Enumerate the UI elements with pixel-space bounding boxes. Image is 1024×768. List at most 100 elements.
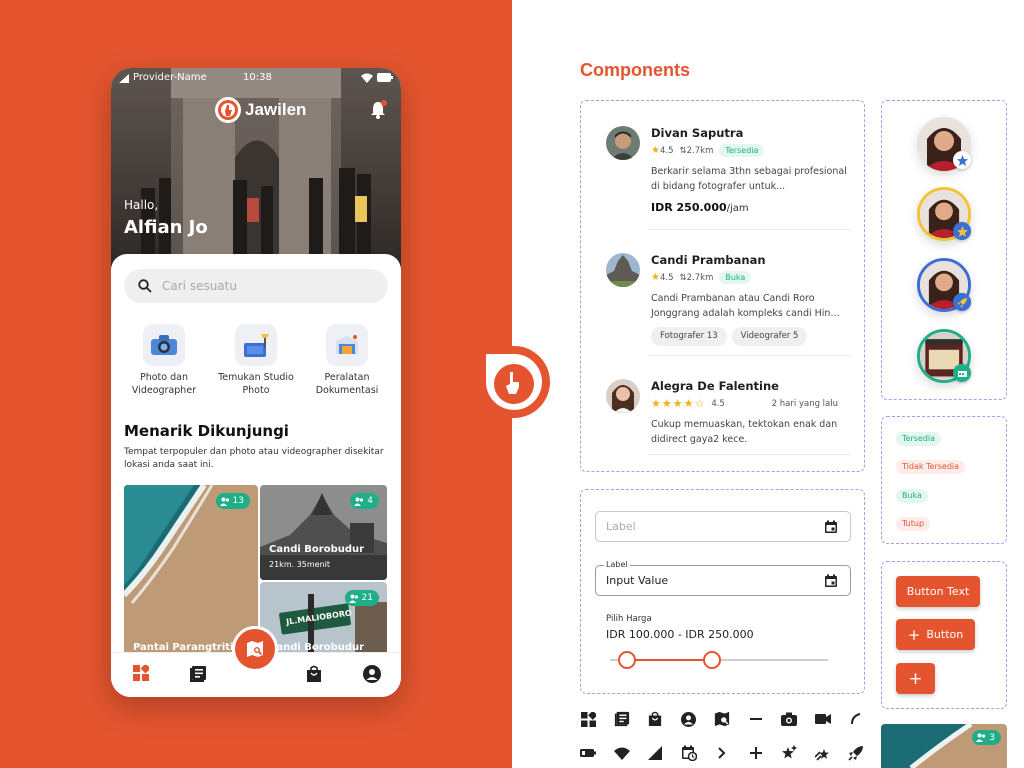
bell-icon[interactable]: [369, 100, 387, 120]
price-slider-value: IDR 100.000 - IDR 250.000: [606, 628, 754, 641]
map-search-icon: [714, 711, 730, 727]
store-icon: [957, 370, 967, 377]
field-label: Label: [604, 560, 630, 569]
beach-photo: [124, 485, 258, 655]
profile-icon[interactable]: [363, 665, 381, 683]
item-description: Candi Prambanan atau Candi Roro Jonggran…: [651, 291, 851, 346]
tag-unavailable: Tidak Tersedia: [896, 460, 966, 474]
star-sparkle-icon: [956, 154, 968, 166]
item-name: Divan Saputra: [651, 126, 744, 140]
field-label: Label: [606, 520, 636, 533]
date-field-filled[interactable]: Label Input Value: [595, 560, 851, 596]
studio-icon: [235, 324, 277, 366]
star-icon: [956, 225, 968, 237]
components-heading: Components: [580, 60, 690, 80]
wifi-icon: [361, 73, 373, 83]
review-rating: ★★★★☆ 4.5: [651, 397, 725, 410]
icon-set-row-1: [580, 711, 882, 727]
photographer-count-badge: 3: [972, 730, 1001, 745]
tag-closed: Tutup: [896, 517, 931, 531]
minus-icon: [748, 711, 764, 727]
article-icon: [614, 711, 630, 727]
divider: [648, 454, 850, 455]
users-icon: [348, 594, 358, 603]
star-sparkle-icon: [781, 745, 797, 761]
star-rating-icon: ★★★★☆: [651, 397, 706, 410]
home-icon[interactable]: [133, 665, 149, 681]
grid-icon: [580, 711, 596, 727]
articles-icon[interactable]: [189, 665, 207, 683]
category-label: Peralatan Dokumentasi: [315, 372, 379, 396]
search-placeholder: Cari sesuatu: [162, 279, 237, 293]
calendar-icon[interactable]: [824, 574, 838, 588]
add-button[interactable]: + Button: [896, 619, 975, 650]
date-field-empty[interactable]: Label: [595, 511, 851, 542]
map-search-icon: [247, 641, 263, 657]
chevron-right-icon: [714, 745, 730, 761]
item-name: Candi Prambanan: [651, 253, 766, 267]
category-label: Photo dan Videographer: [131, 372, 197, 396]
card-thumbnail-preview[interactable]: 3: [881, 724, 1007, 768]
list-item[interactable]: Candi Prambanan ★4.5 ⇅2.7km Buka Candi P…: [606, 253, 850, 353]
price-slider-label: Pilih Harga: [606, 614, 652, 624]
section-title: Menarik Dikunjungi: [124, 422, 289, 440]
chip[interactable]: Videografer 5: [731, 327, 808, 346]
place-distance: 21km. 35menit: [269, 560, 331, 569]
search-input[interactable]: Cari sesuatu: [124, 269, 388, 303]
equipment-icon: [326, 324, 368, 366]
battery-icon: [580, 745, 596, 761]
star-icon: ★: [651, 272, 660, 283]
place-title: Candi Borobudur: [269, 544, 365, 555]
photographer-count-badge: 21: [344, 590, 379, 606]
review-item[interactable]: Alegra De Falentine ★★★★☆ 4.5 2 hari yan…: [606, 379, 850, 459]
rocket-icon: [848, 745, 864, 761]
chip[interactable]: Fotografer 13: [651, 327, 727, 346]
icon-add-button[interactable]: +: [896, 663, 935, 694]
place-card-parangtritis[interactable]: 13 Pantai Parangtritis: [124, 485, 258, 655]
signal-icon: [647, 745, 663, 761]
place-card-borobudur[interactable]: 4 Candi Borobudur 21km. 35menit: [260, 485, 387, 580]
camera-icon: [781, 711, 797, 727]
calendar-clock-icon: [681, 745, 697, 761]
text-button[interactable]: Button Text: [896, 576, 980, 607]
category-equipment[interactable]: Peralatan Dokumentasi: [302, 324, 392, 397]
signal-icon: [119, 74, 129, 83]
arc-icon: [848, 711, 864, 727]
jawilen-logo-icon: [215, 97, 241, 123]
category-label: Temukan Studio Photo: [218, 372, 294, 396]
tag-open: Buka: [896, 489, 928, 503]
plus-icon: [748, 745, 764, 761]
map-search-button[interactable]: [232, 626, 278, 672]
reviewer-name: Alegra De Falentine: [651, 379, 779, 393]
showcase-background: Provider-Name 10:38 Jawilen Hallo, Alfia…: [0, 0, 512, 768]
bag-icon: [647, 711, 663, 727]
category-studio[interactable]: Temukan Studio Photo: [211, 324, 301, 397]
verified-badge: [953, 151, 971, 169]
item-meta: ★4.5 ⇅2.7km Buka: [651, 271, 752, 284]
bag-icon[interactable]: [306, 665, 322, 683]
divider: [648, 355, 850, 356]
icon-set-row-2: [580, 745, 882, 761]
tag-available: Tersedia: [896, 432, 942, 446]
greeting: Hallo,: [124, 198, 159, 212]
carrier-name: Provider-Name: [133, 72, 207, 83]
search-icon: [138, 279, 152, 293]
field-value: Input Value: [606, 574, 669, 587]
account-icon: [681, 711, 697, 727]
avatar: [606, 379, 640, 413]
item-description: Berkarir selama 3thn sebagai profesional…: [651, 164, 851, 216]
star-icon: ★: [651, 145, 660, 156]
price-slider-fill: [627, 659, 713, 661]
item-price: IDR 250.000/jam: [651, 201, 749, 214]
avatar: [606, 126, 640, 160]
status-time: 10:38: [243, 72, 272, 83]
phone-mockup: Provider-Name 10:38 Jawilen Hallo, Alfia…: [111, 68, 401, 697]
rocket-icon: [957, 297, 967, 307]
list-item[interactable]: Divan Saputra ★4.5 ⇅2.7km Tersedia Berka…: [606, 126, 850, 226]
category-photo-videographer[interactable]: Photo dan Videographer: [119, 324, 209, 397]
calendar-icon[interactable]: [824, 520, 838, 534]
jawilen-logo-icon: [478, 345, 550, 418]
users-icon: [219, 497, 229, 506]
place-card-malioboro[interactable]: 21 JL.MALIOBORO Candi Borobudur: [260, 582, 387, 655]
app-brand: Jawilen: [215, 96, 306, 124]
